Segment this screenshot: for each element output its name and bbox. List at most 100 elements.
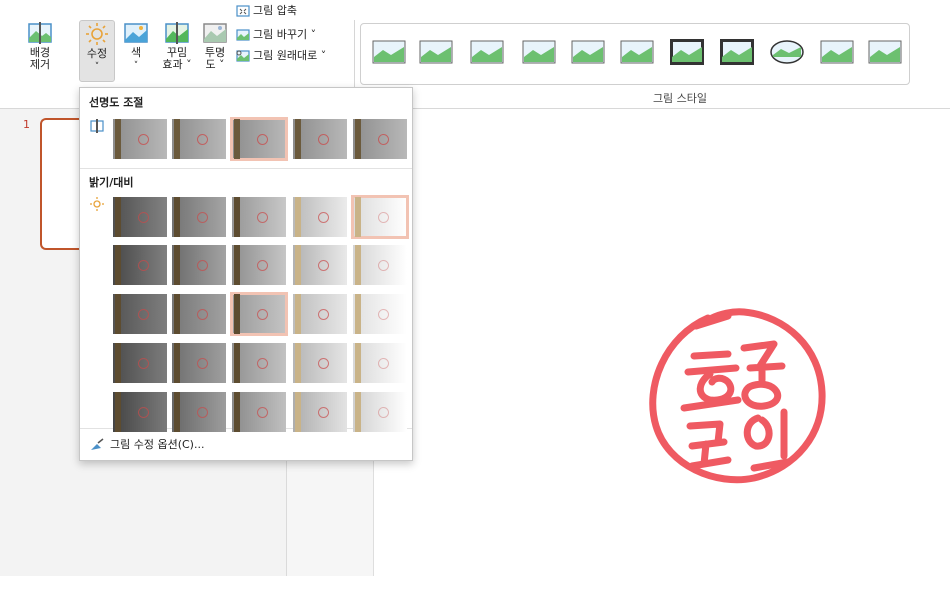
correction-preset-thumbnail[interactable]	[293, 392, 347, 432]
correction-preset-thumbnail[interactable]	[230, 292, 288, 336]
preset-bar	[295, 119, 301, 159]
correction-preset-thumbnail[interactable]	[172, 294, 226, 334]
artistic-effects-button[interactable]: 꾸밈 효과 ˅	[160, 22, 194, 71]
preset-stamp-mark	[257, 407, 268, 418]
preset-bar	[174, 294, 180, 334]
correction-preset-thumbnail[interactable]	[353, 392, 407, 432]
correction-preset-thumbnail[interactable]	[230, 117, 288, 161]
picture-styles-gallery[interactable]	[360, 23, 910, 85]
slide-canvas[interactable]	[374, 120, 950, 604]
correction-preset-thumbnail[interactable]	[172, 343, 226, 383]
picture-style-thumbnail[interactable]	[769, 37, 805, 67]
picture-style-thumbnail[interactable]	[570, 37, 606, 67]
transparency-icon	[203, 23, 227, 43]
preset-stamp-mark	[138, 358, 149, 369]
correction-preset-thumbnail[interactable]	[113, 119, 167, 159]
transparency-label: 투명 도 ˅	[204, 46, 226, 71]
correction-preset-thumbnail[interactable]	[293, 245, 347, 285]
correction-preset-thumbnail[interactable]	[232, 197, 286, 237]
picture-style-thumbnail[interactable]	[469, 37, 505, 67]
correction-preset-thumbnail[interactable]	[232, 245, 286, 285]
picture-style-thumbnail[interactable]	[418, 37, 454, 67]
picture-style-thumbnail[interactable]	[867, 37, 903, 67]
preset-bar	[355, 392, 361, 432]
correction-preset-thumbnail[interactable]	[113, 245, 167, 285]
preset-stamp-mark	[138, 212, 149, 223]
correction-preset-thumbnail[interactable]	[232, 343, 286, 383]
sun-icon	[86, 23, 108, 45]
change-picture-button[interactable]: 그림 바꾸기 ˅	[236, 26, 316, 44]
preset-bar	[115, 392, 121, 432]
correction-preset-thumbnail[interactable]	[293, 294, 347, 334]
correction-preset-thumbnail[interactable]	[293, 343, 347, 383]
correction-preset-thumbnail[interactable]	[232, 392, 286, 432]
preset-bar	[355, 119, 361, 159]
brightness-contrast-header: 밝기/대비	[89, 176, 134, 189]
reset-picture-button[interactable]: 그림 원래대로 ˅	[236, 47, 326, 65]
correction-preset-thumbnail[interactable]	[113, 294, 167, 334]
preset-stamp-mark	[138, 260, 149, 271]
preset-bar	[355, 294, 361, 334]
sharpen-icon	[90, 119, 104, 133]
preset-stamp-mark	[378, 309, 389, 320]
preset-bar	[295, 245, 301, 285]
brush-icon	[91, 438, 104, 450]
correction-preset-thumbnail[interactable]	[353, 119, 407, 159]
status-area	[0, 576, 374, 604]
artistic-effects-icon	[165, 22, 189, 44]
seal-stamp-image[interactable]	[636, 296, 836, 496]
preset-stamp-mark	[257, 358, 268, 369]
picture-color-icon	[124, 23, 148, 43]
correction-preset-thumbnail[interactable]	[351, 195, 409, 239]
picture-style-thumbnail[interactable]	[819, 37, 855, 67]
correction-preset-thumbnail[interactable]	[172, 392, 226, 432]
preset-stamp-mark	[318, 358, 329, 369]
preset-bar	[115, 119, 121, 159]
preset-bar	[115, 197, 121, 237]
correction-preset-thumbnail[interactable]	[353, 245, 407, 285]
preset-bar	[174, 343, 180, 383]
correction-preset-thumbnail[interactable]	[172, 119, 226, 159]
correction-preset-thumbnail[interactable]	[293, 119, 347, 159]
picture-style-thumbnail[interactable]	[521, 37, 557, 67]
correction-preset-thumbnail[interactable]	[172, 245, 226, 285]
preset-stamp-mark	[197, 134, 208, 145]
picture-style-thumbnail[interactable]	[669, 37, 705, 67]
remove-background-button[interactable]: 배경 제거	[20, 22, 60, 71]
picture-style-thumbnail[interactable]	[719, 37, 755, 67]
correction-preset-thumbnail[interactable]	[172, 197, 226, 237]
correction-preset-thumbnail[interactable]	[113, 392, 167, 432]
preset-stamp-mark	[257, 212, 268, 223]
preset-stamp-mark	[257, 134, 268, 145]
preset-stamp-mark	[197, 260, 208, 271]
correction-preset-thumbnail[interactable]	[353, 343, 407, 383]
preset-stamp-mark	[378, 260, 389, 271]
corrections-label: 수정	[86, 47, 108, 60]
picture-corrections-options-item[interactable]: 그림 수정 옵션(C)...	[89, 436, 204, 452]
corrections-button[interactable]: 수정 ˅	[79, 20, 115, 82]
color-button[interactable]: 색 ˅	[121, 22, 151, 72]
picture-style-thumbnail[interactable]	[371, 37, 407, 67]
preset-stamp-mark	[138, 309, 149, 320]
preset-stamp-mark	[197, 212, 208, 223]
preset-stamp-mark	[318, 212, 329, 223]
picture-style-thumbnail[interactable]	[619, 37, 655, 67]
reset-picture-label: 그림 원래대로 ˅	[253, 49, 327, 62]
remove-background-icon	[28, 22, 52, 44]
remove-background-label: 배경 제거	[29, 46, 51, 71]
preset-bar	[295, 343, 301, 383]
compress-pictures-button[interactable]: 그림 압축	[236, 2, 297, 20]
preset-bar	[115, 245, 121, 285]
correction-preset-thumbnail[interactable]	[113, 197, 167, 237]
correction-preset-thumbnail[interactable]	[113, 343, 167, 383]
preset-stamp-mark	[378, 407, 389, 418]
preset-bar	[234, 119, 240, 159]
preset-bar	[234, 343, 240, 383]
correction-preset-thumbnail[interactable]	[293, 197, 347, 237]
chevron-down-icon: ˅	[133, 61, 139, 71]
preset-stamp-mark	[318, 260, 329, 271]
preset-bar	[234, 294, 240, 334]
transparency-button[interactable]: 투명 도 ˅	[200, 22, 230, 71]
correction-preset-thumbnail[interactable]	[353, 294, 407, 334]
preset-bar	[234, 392, 240, 432]
